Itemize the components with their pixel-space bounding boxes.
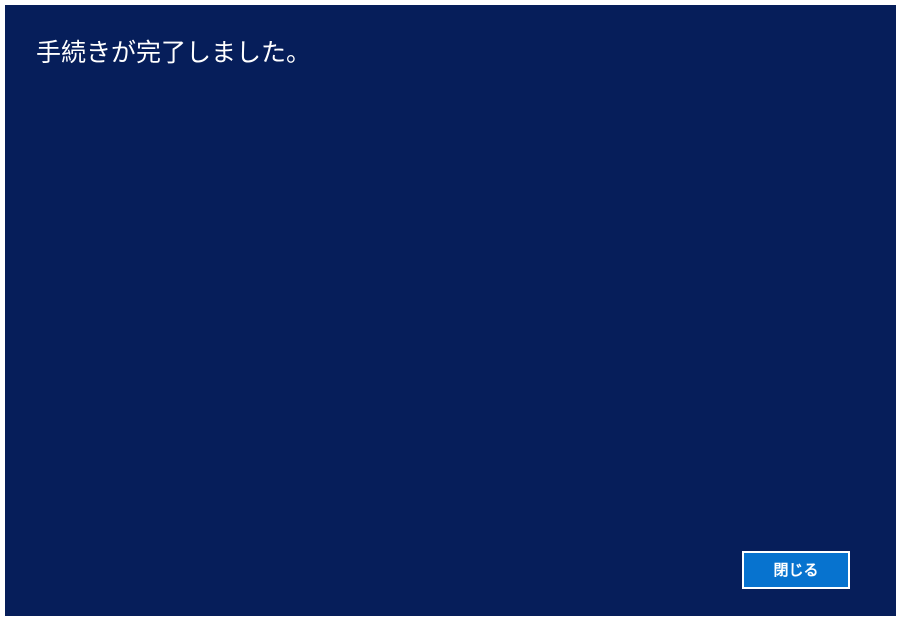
dialog-title: 手続きが完了しました。 [36,38,312,67]
completion-dialog: 手続きが完了しました。 閉じる [5,5,896,616]
close-button[interactable]: 閉じる [742,551,850,589]
